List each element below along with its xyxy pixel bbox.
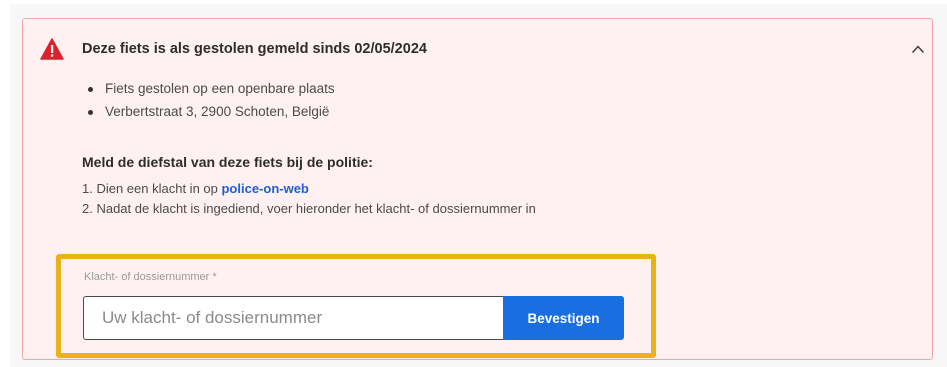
dossier-number-input[interactable] [83,296,503,340]
theft-details-list: Fiets gestolen op een openbare plaats Ve… [86,80,335,126]
list-item: Verbertstraat 3, 2900 Schoten, België [86,103,335,126]
list-item: Fiets gestolen op een openbare plaats [86,80,335,103]
step-1: 1. Dien een klacht in op police-on-web [82,179,552,199]
step-1-text: 1. Dien een klacht in op [82,181,222,196]
chevron-up-icon[interactable] [911,42,925,56]
warning-triangle-icon [40,38,64,60]
step-2: 2. Nadat de klacht is ingediend, voer hi… [82,201,536,216]
police-on-web-link[interactable]: police-on-web [221,181,308,196]
report-heading: Meld de diefstal van deze fiets bij de p… [82,154,373,170]
alert-title: Deze fiets is als gestolen gemeld sinds … [82,41,427,57]
confirm-button[interactable]: Bevestigen [503,296,624,340]
dossier-number-label: Klacht- of dossiernummer * [84,271,217,283]
report-steps: 1. Dien een klacht in op police-on-web 2… [82,179,552,219]
